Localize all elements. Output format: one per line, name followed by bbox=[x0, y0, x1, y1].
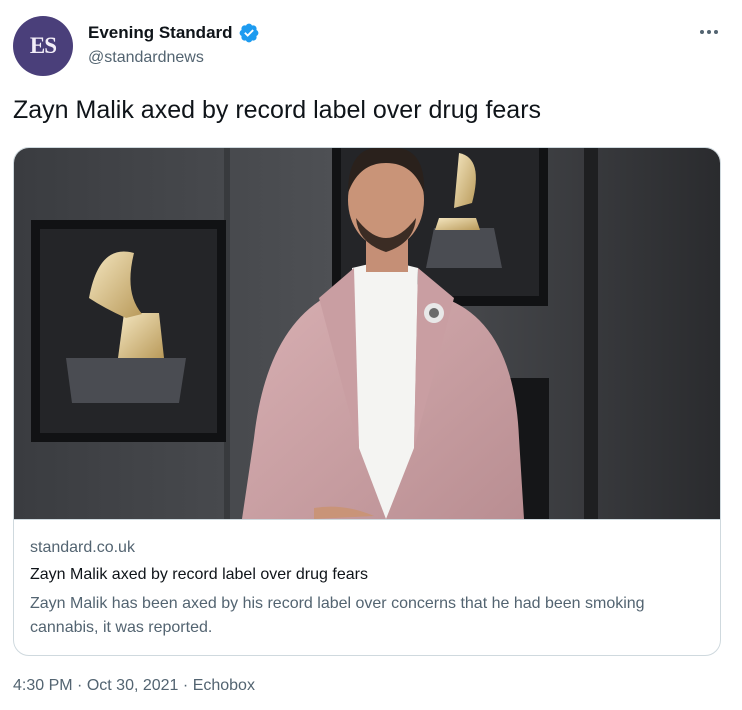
card-description: Zayn Malik has been axed by his record l… bbox=[30, 595, 645, 636]
verified-badge-icon bbox=[239, 23, 258, 43]
tweet-metadata: 4:30 PM · Oct 30, 2021 · Echobox bbox=[13, 677, 255, 695]
avatar[interactable]: ES bbox=[13, 16, 73, 76]
avatar-monogram: ES bbox=[29, 33, 57, 58]
card-body[interactable]: standard.co.uk Zayn Malik axed by record… bbox=[14, 519, 720, 655]
meta-separator: · bbox=[182, 677, 189, 694]
link-card[interactable]: standard.co.uk Zayn Malik axed by record… bbox=[13, 147, 721, 656]
tweet-time[interactable]: 4:30 PM bbox=[13, 677, 73, 694]
more-options-icon[interactable] bbox=[695, 20, 723, 44]
card-title: Zayn Malik axed by record label over dru… bbox=[30, 566, 368, 583]
tweet-source: Echobox bbox=[192, 677, 255, 694]
tweet-text: Zayn Malik axed by record label over dru… bbox=[13, 96, 542, 124]
author-handle[interactable]: @standardnews bbox=[88, 49, 204, 67]
author-name[interactable]: Evening Standard bbox=[88, 23, 233, 43]
tweet: ES Evening Standard @standardnews Zayn M… bbox=[0, 0, 742, 710]
author-name-row: Evening Standard bbox=[88, 22, 260, 44]
tweet-date[interactable]: Oct 30, 2021 bbox=[87, 677, 179, 694]
card-domain: standard.co.uk bbox=[30, 539, 135, 556]
card-image[interactable] bbox=[14, 148, 720, 519]
meta-separator: · bbox=[77, 677, 83, 694]
